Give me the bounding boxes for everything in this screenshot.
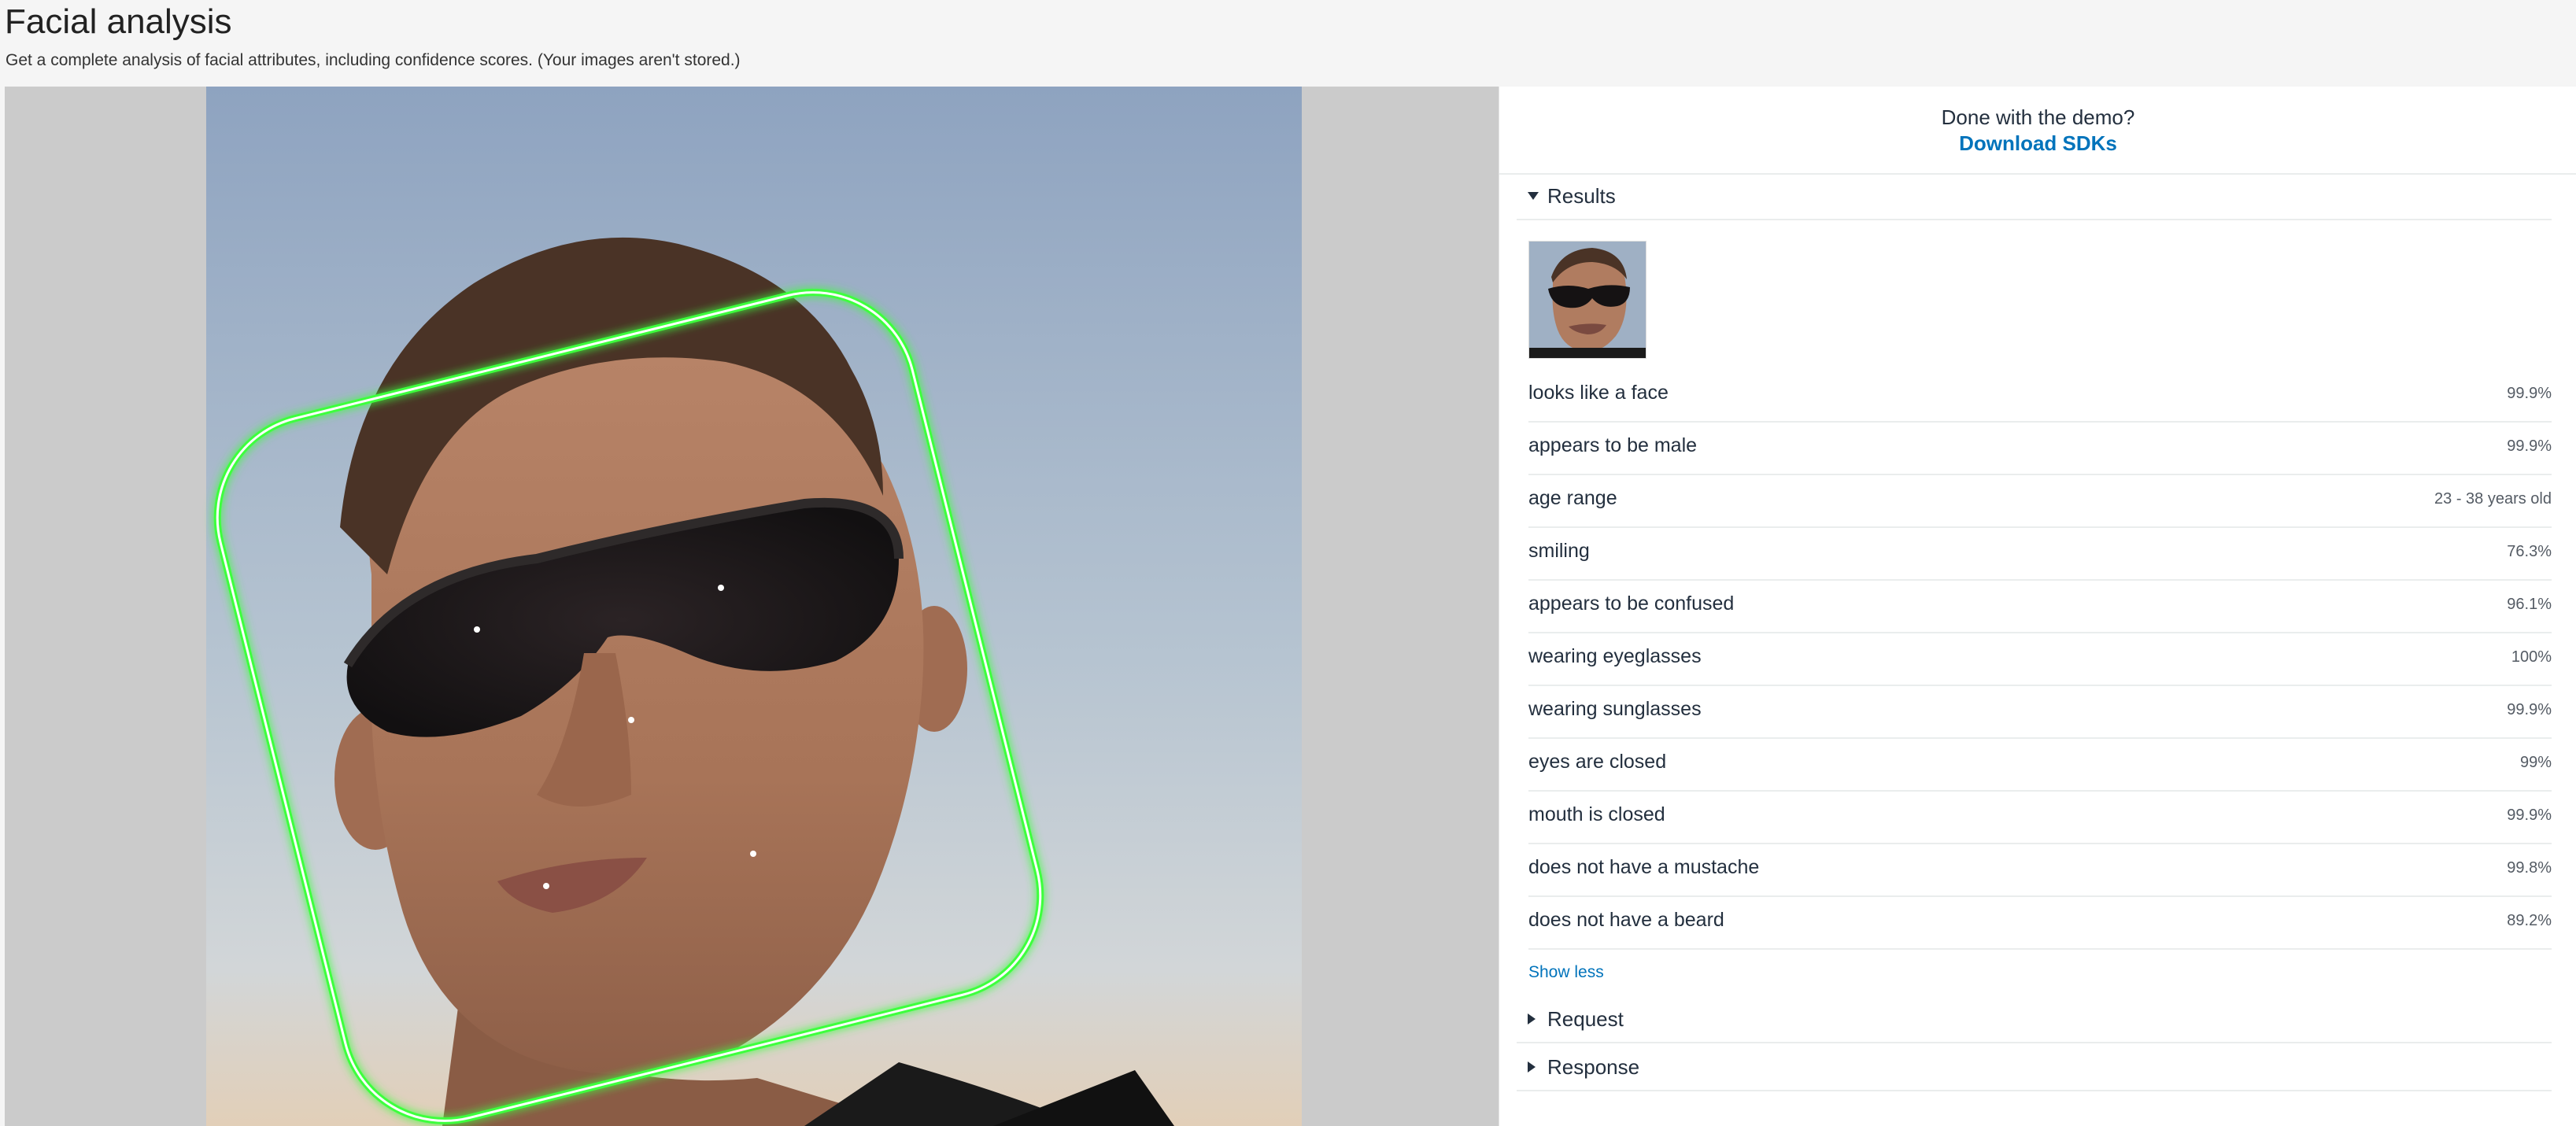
result-attribute: does not have a beard xyxy=(1528,909,1724,931)
result-row: smiling 76.3% xyxy=(1528,528,2552,581)
result-row: appears to be confused 96.1% xyxy=(1528,581,2552,633)
result-attribute: appears to be male xyxy=(1528,434,1698,456)
page-title: Facial analysis xyxy=(5,2,232,41)
face-detection-overlay xyxy=(5,87,1499,1126)
result-row: does not have a mustache 99.8% xyxy=(1528,844,2552,897)
result-confidence: 99.9% xyxy=(2507,437,2552,455)
result-row: age range 23 - 38 years old xyxy=(1528,475,2552,528)
download-sdks-link[interactable]: Download SDKs xyxy=(1499,131,2576,156)
results-section-toggle[interactable]: Results xyxy=(1517,175,2552,220)
response-section-label: Response xyxy=(1547,1055,1640,1079)
result-row: mouth is closed 99.9% xyxy=(1528,792,2552,844)
result-attribute: eyes are closed xyxy=(1528,751,1667,773)
result-attribute: does not have a mustache xyxy=(1528,856,1760,878)
results-list: looks like a face 99.9% appears to be ma… xyxy=(1528,370,2552,950)
result-confidence: 99.9% xyxy=(2507,807,2552,824)
request-section-label: Request xyxy=(1547,1007,1624,1031)
request-section-toggle[interactable]: Request xyxy=(1517,998,2552,1043)
image-panel xyxy=(5,87,1499,1126)
result-confidence: 99% xyxy=(2519,754,2552,771)
caret-down-icon xyxy=(1528,192,1539,200)
results-panel: Done with the demo? Download SDKs Result… xyxy=(1499,87,2576,1126)
result-attribute: wearing sunglasses xyxy=(1528,698,1702,720)
face-landmarks xyxy=(474,585,756,889)
result-confidence: 23 - 38 years old xyxy=(2434,490,2552,508)
result-row: does not have a beard 89.2% xyxy=(1528,897,2552,950)
result-attribute: age range xyxy=(1528,487,1617,509)
result-confidence: 99.9% xyxy=(2507,385,2552,402)
page-subtitle: Get a complete analysis of facial attrib… xyxy=(6,51,741,69)
result-confidence: 99.8% xyxy=(2507,859,2552,877)
result-attribute: looks like a face xyxy=(1528,382,1669,404)
result-confidence: 96.1% xyxy=(2507,596,2552,613)
result-attribute: mouth is closed xyxy=(1528,803,1665,825)
face-thumbnail xyxy=(1528,241,1646,359)
result-confidence: 76.3% xyxy=(2507,543,2552,560)
result-row: eyes are closed 99% xyxy=(1528,739,2552,792)
result-confidence: 89.2% xyxy=(2507,912,2552,929)
demo-prompt: Done with the demo? xyxy=(1941,105,2135,129)
result-row: appears to be male 99.9% xyxy=(1528,423,2552,475)
result-confidence: 99.9% xyxy=(2507,701,2552,718)
show-less-link[interactable]: Show less xyxy=(1528,963,1604,982)
result-attribute: smiling xyxy=(1528,540,1590,562)
result-row: wearing sunglasses 99.9% xyxy=(1528,686,2552,739)
response-section-toggle[interactable]: Response xyxy=(1517,1046,2552,1091)
demo-box: Done with the demo? Download SDKs xyxy=(1499,87,2576,175)
caret-right-icon xyxy=(1528,1061,1536,1072)
result-attribute: wearing eyeglasses xyxy=(1528,645,1702,667)
caret-right-icon xyxy=(1528,1013,1536,1024)
result-row: looks like a face 99.9% xyxy=(1528,370,2552,423)
face-bounding-box xyxy=(213,289,1044,1124)
result-attribute: appears to be confused xyxy=(1528,593,1735,615)
result-confidence: 100% xyxy=(2511,648,2552,666)
result-row: wearing eyeglasses 100% xyxy=(1528,633,2552,686)
results-section-label: Results xyxy=(1547,184,1616,208)
